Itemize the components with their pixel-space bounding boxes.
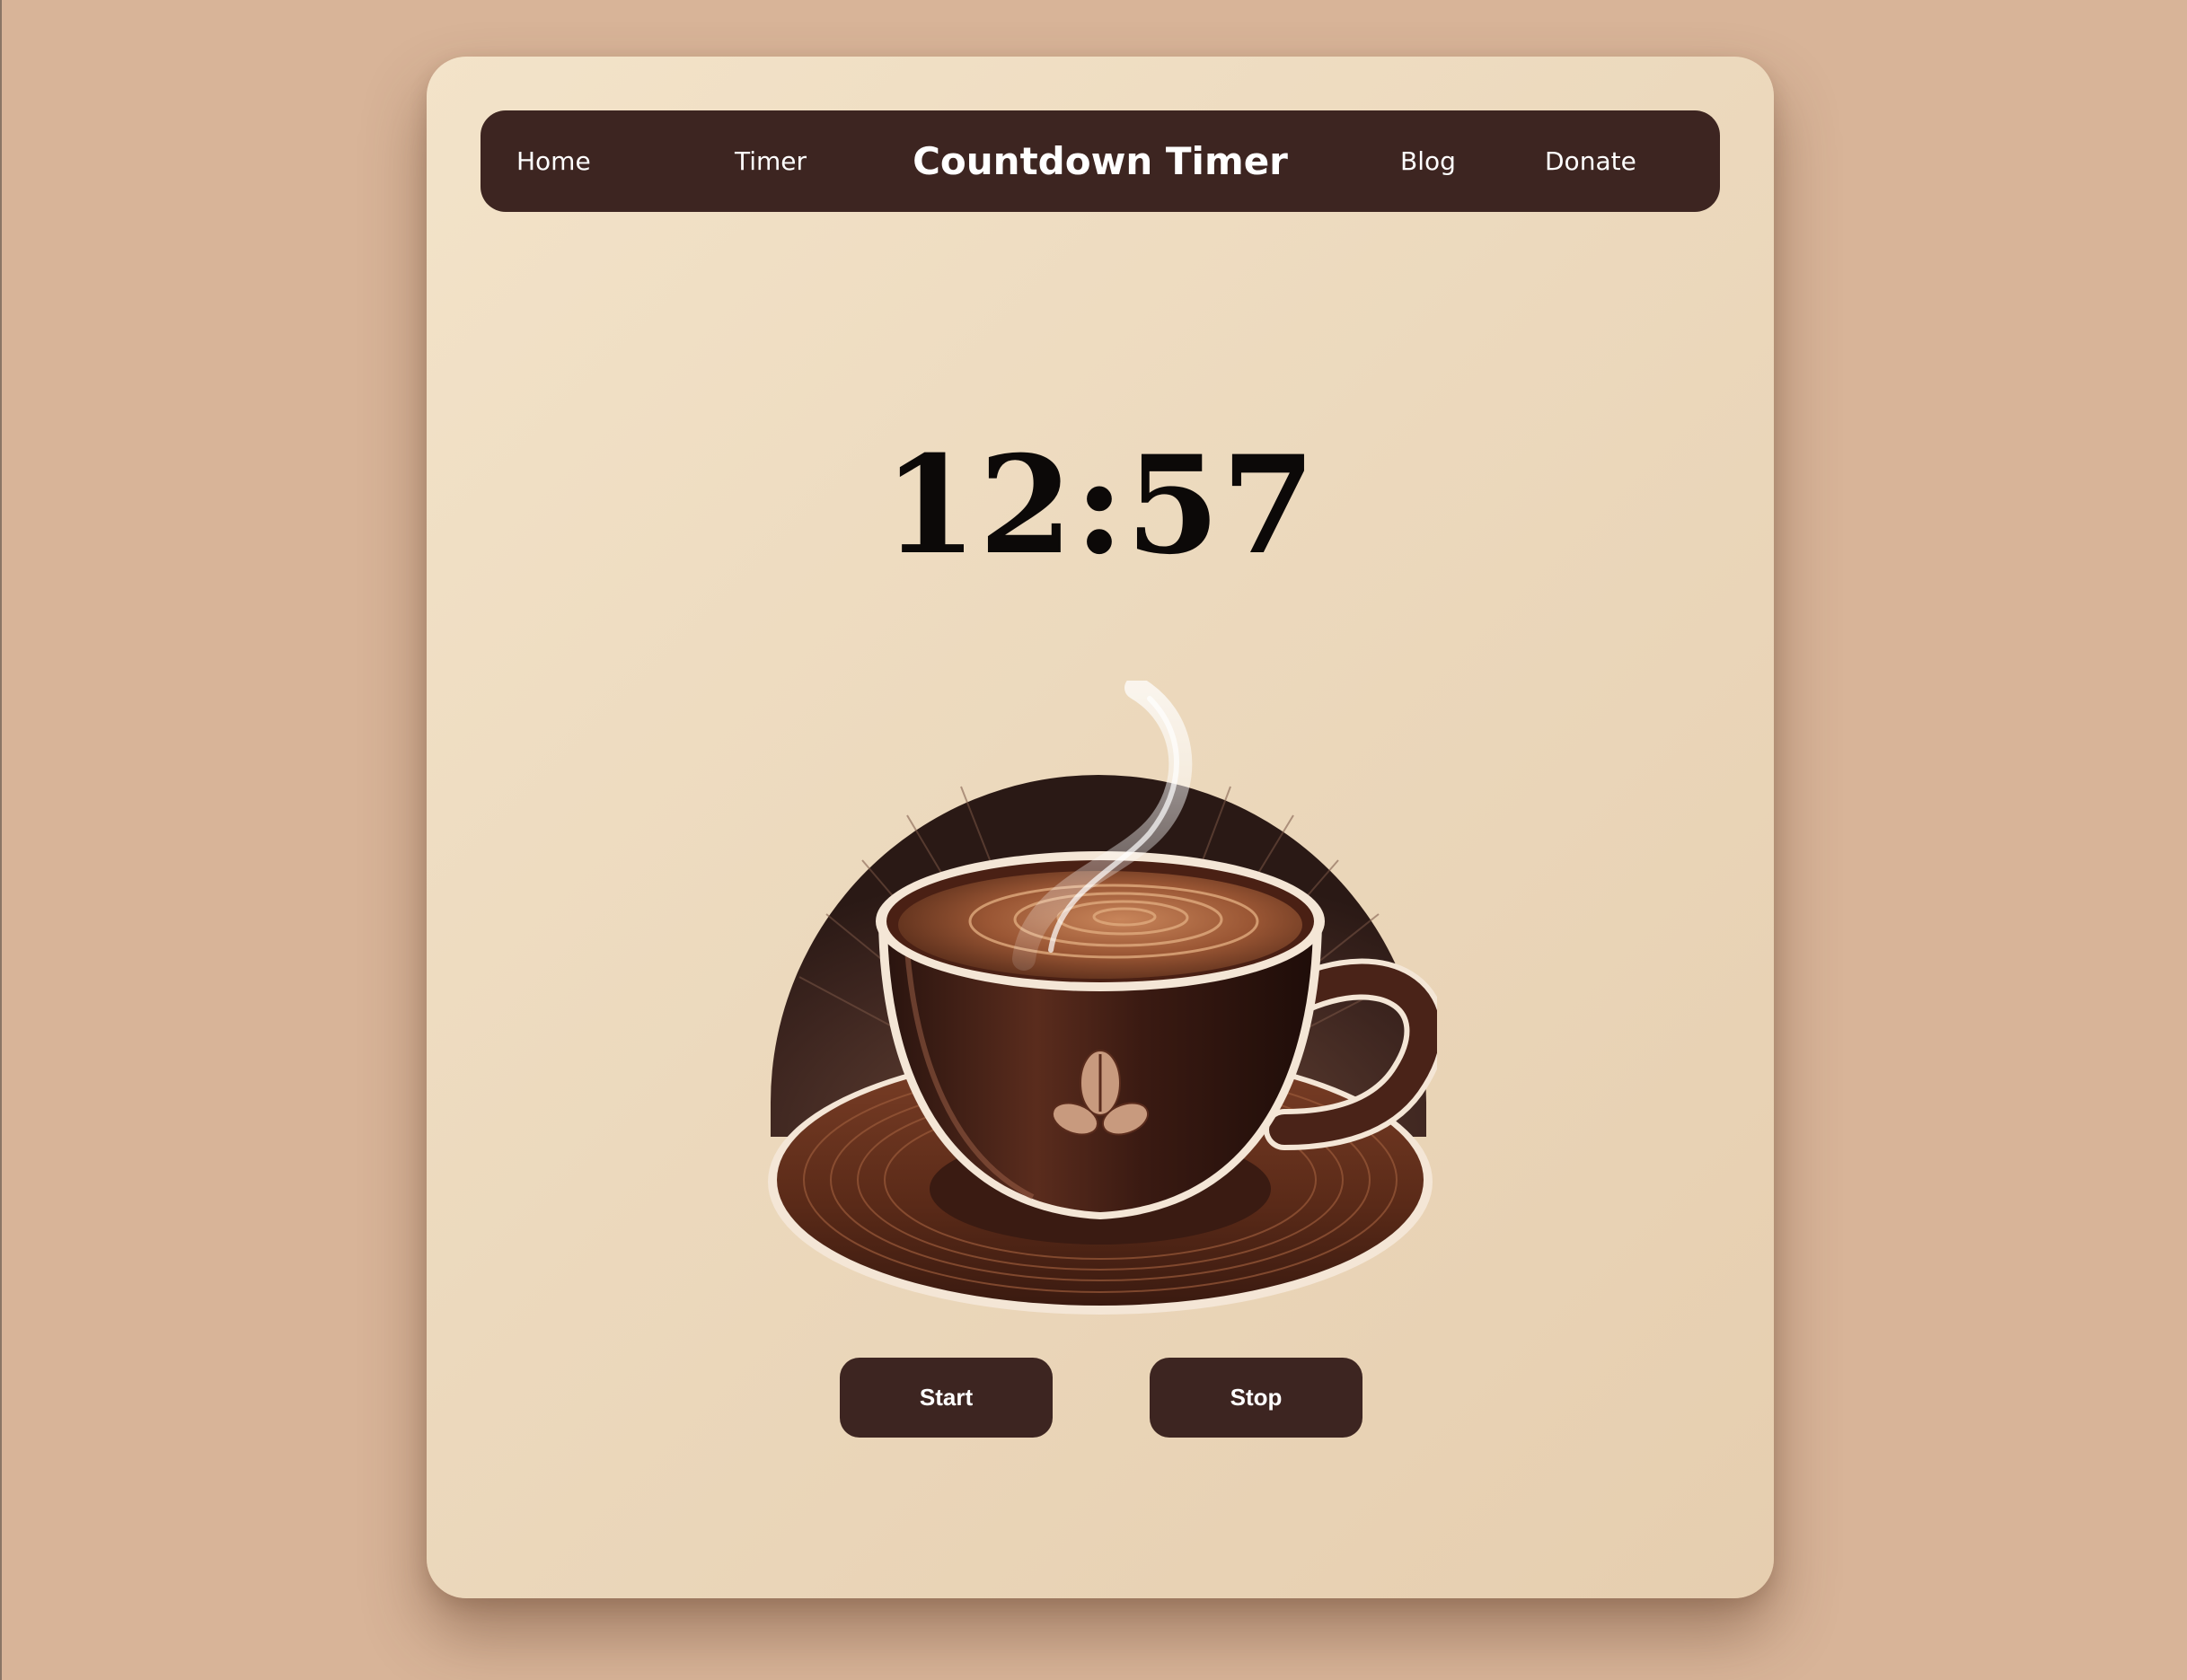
countdown-display: 12:57 [883, 427, 1318, 585]
brand-title: Countdown Timer [913, 139, 1288, 183]
nav-link-home[interactable]: Home [516, 110, 591, 212]
nav-link-timer[interactable]: Timer [735, 110, 807, 212]
stop-button[interactable]: Stop [1150, 1358, 1362, 1438]
nav-link-blog[interactable]: Blog [1400, 110, 1456, 212]
navbar: Home Timer Countdown Timer Blog Donate [481, 110, 1720, 212]
coffee-cup-icon [768, 676, 1446, 1315]
start-button[interactable]: Start [840, 1358, 1053, 1438]
coffee-cup-illustration [763, 676, 1446, 1336]
timer-card: Home Timer Countdown Timer Blog Donate 1… [427, 57, 1774, 1598]
nav-link-donate[interactable]: Donate [1545, 110, 1636, 212]
window-edge [0, 0, 2, 1680]
